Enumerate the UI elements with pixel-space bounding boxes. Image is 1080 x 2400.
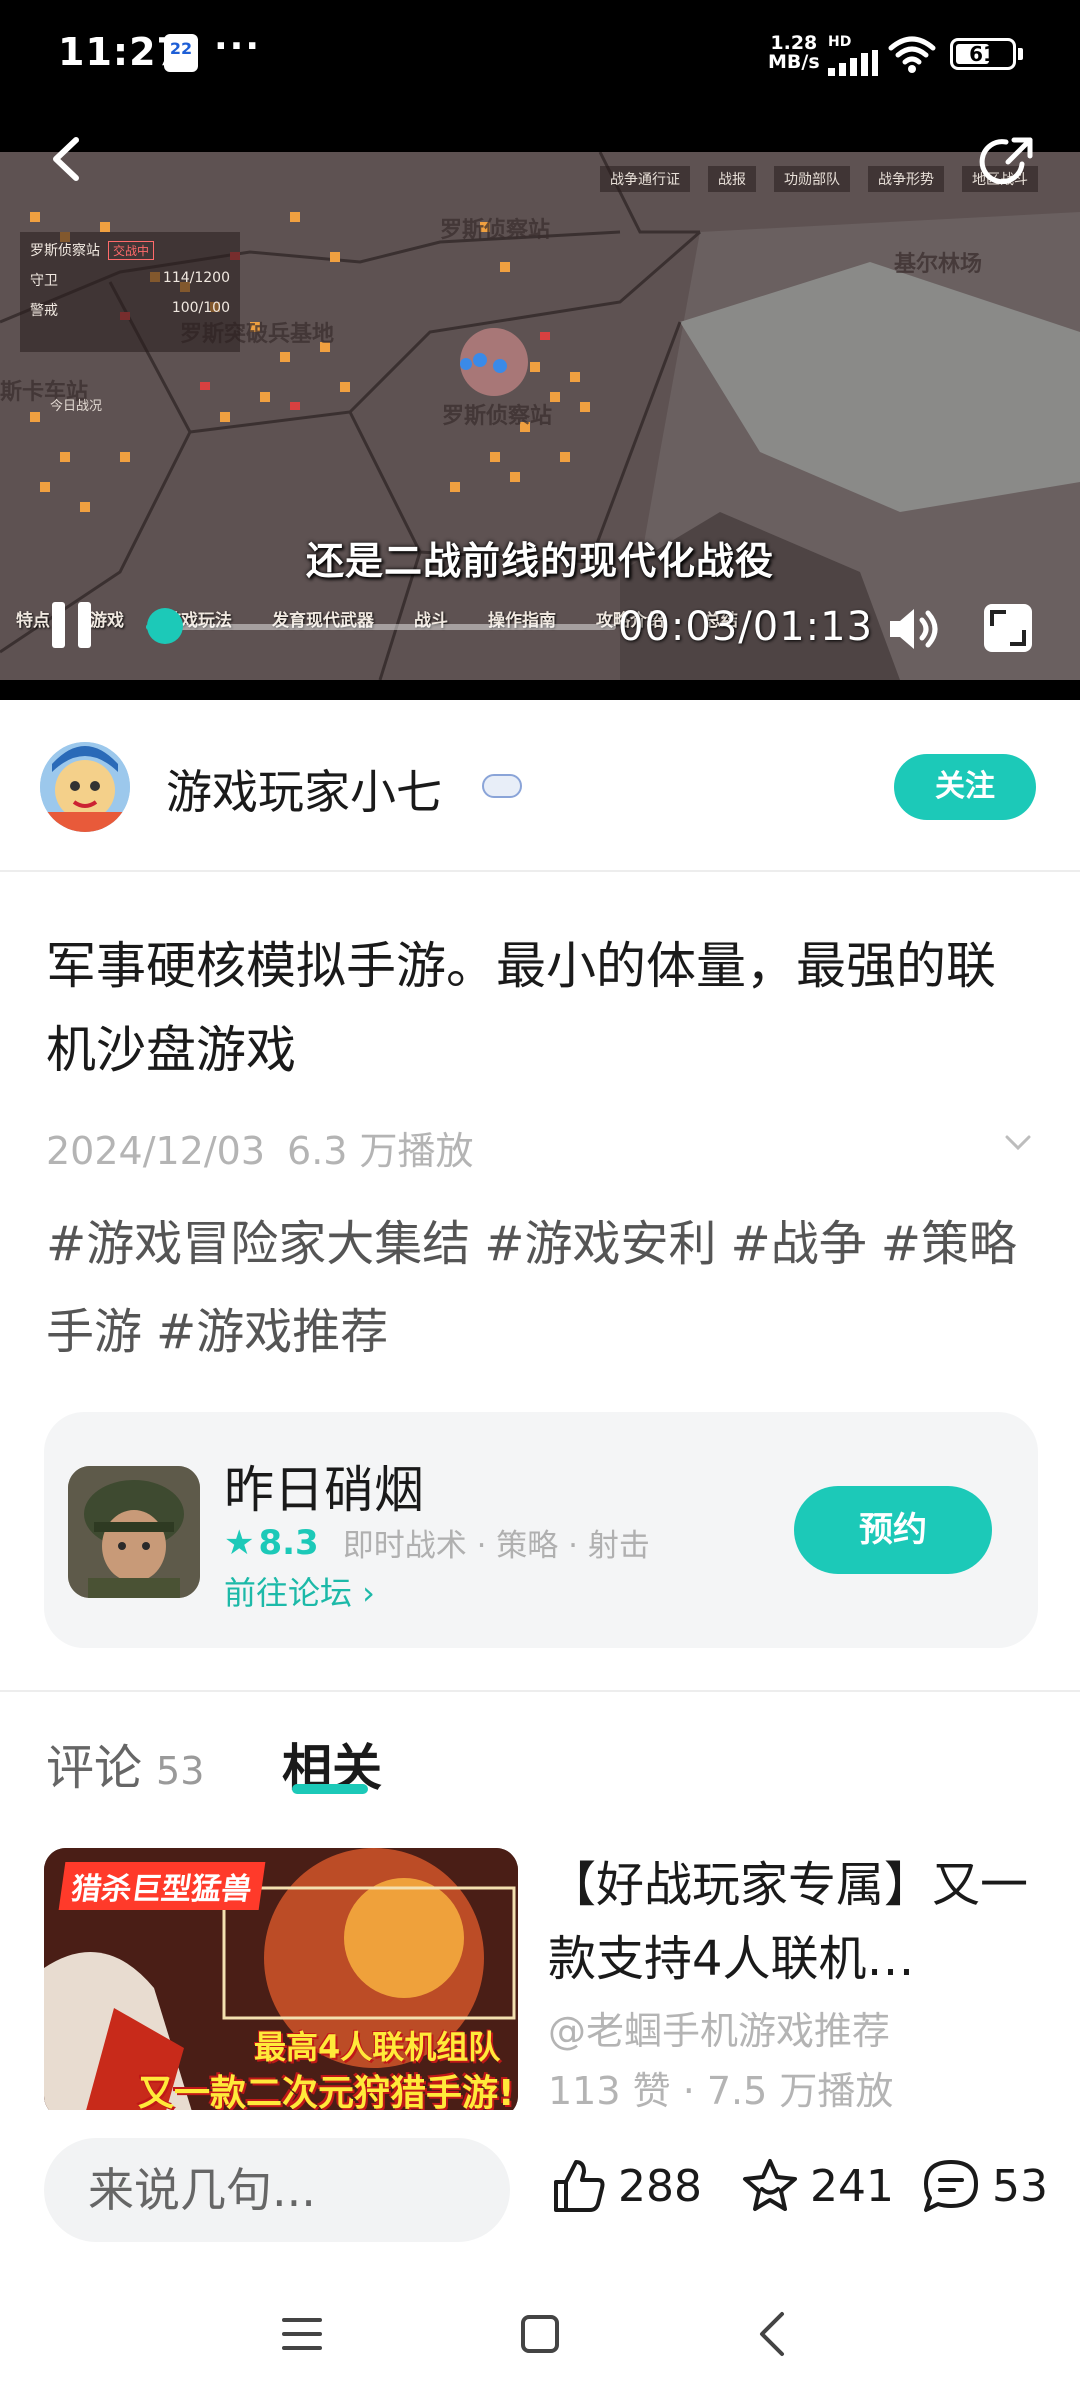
game-top-tab: 战争通行证 <box>600 166 690 192</box>
network-speed-unit: MB/s <box>768 51 820 73</box>
game-menu-item: 特点 <box>16 611 50 631</box>
more-notifications-icon: ··· <box>214 26 262 67</box>
battery-percent: 61 <box>969 42 997 66</box>
back-icon[interactable] <box>756 2310 788 2358</box>
section-divider <box>0 1690 1080 1692</box>
thumbnail-text: 最高4人联机组队 <box>254 2028 501 2066</box>
game-top-tab: 战争形势 <box>868 166 944 192</box>
author-row: 游戏玩家小七 关注 <box>0 700 1080 872</box>
game-panel-title: 罗斯侦察站 <box>30 243 100 259</box>
wifi-icon <box>888 36 936 73</box>
related-video-title[interactable]: 【好战玩家专属】又一款支持4人联机… <box>548 1848 1038 1996</box>
system-nav-bar <box>0 2274 1080 2400</box>
favorite-count: 241 <box>810 2160 894 2212</box>
post-tags: #游戏冒险家大集结 #游戏安利 #战争 #策略手游 #游戏推荐 <box>46 1200 1046 1376</box>
game-icon <box>68 1466 200 1598</box>
share-icon <box>979 137 1033 185</box>
video-player[interactable]: 罗斯侦察站 基尔林场 罗斯突破兵基地 斯卡车站 罗斯侦察站 战争通行证 战报 功… <box>0 110 1080 700</box>
game-panel-row-label: 警戒 <box>30 303 58 319</box>
game-menu-item: 战斗 <box>414 611 448 631</box>
pause-icon <box>78 602 91 648</box>
avatar[interactable] <box>40 742 130 832</box>
tab-comments[interactable]: 评论 53 <box>46 1728 204 1798</box>
map-region-label: 基尔林场 <box>894 252 983 277</box>
like-button[interactable]: 288 <box>548 2156 702 2216</box>
calendar-icon: 22 <box>164 34 198 72</box>
hashtag-link[interactable]: #战争 <box>730 1216 866 1272</box>
game-panel-row-value: 114/1200 <box>162 270 230 286</box>
tab-comments-label: 评论 <box>46 1740 143 1796</box>
volume-button[interactable] <box>886 604 944 654</box>
game-genres: 即时战术 · 策略 · 射击 <box>342 1528 650 1564</box>
hashtag-link[interactable]: #游戏冒险家大集结 <box>46 1216 470 1272</box>
status-bar: 11:27 22 ··· 1.28 MB/s HD 61 <box>0 0 1080 110</box>
game-top-tab: 功勋部队 <box>774 166 850 192</box>
related-video-stats: 113 赞 · 7.5 万播放 <box>548 2069 894 2113</box>
related-video-thumbnail[interactable]: 猎杀巨型猛兽 最高4人联机组队 又一款二次元狩猎手游! <box>44 1848 518 2118</box>
pause-icon <box>52 602 65 648</box>
video-time: 00:03/01:13 <box>618 604 874 650</box>
fullscreen-button[interactable] <box>982 602 1034 654</box>
game-menu-item: 操作指南 <box>488 611 556 631</box>
game-rating-value: 8.3 <box>258 1522 319 1563</box>
game-top-tabs: 战争通行证 战报 功勋部队 战争形势 地区战斗 <box>600 166 1038 192</box>
game-panel-row-label: 守卫 <box>30 273 58 289</box>
active-tab-indicator <box>292 1784 368 1794</box>
battery-icon: 61 <box>950 38 1016 70</box>
forum-link[interactable]: 前往论坛 › <box>224 1568 375 1614</box>
game-rating: ★ 8.3 即时战术 · 策略 · 射击 <box>224 1520 650 1565</box>
chevron-left-icon <box>53 137 79 181</box>
star-outline-icon <box>743 2159 797 2211</box>
map-region-label: 罗斯侦察站 <box>442 404 553 429</box>
video-subtitle: 还是二战前线的现代化战役 <box>305 539 774 583</box>
creator-badge-icon <box>482 774 522 798</box>
hashtag-link[interactable]: #游戏安利 <box>484 1216 716 1272</box>
hd-label: HD <box>828 34 852 50</box>
network-speed: 1.28 MB/s <box>768 34 820 72</box>
reserve-button[interactable]: 预约 <box>794 1486 992 1574</box>
post-date: 2024/12/03 <box>46 1129 266 1173</box>
author-name[interactable]: 游戏玩家小七 <box>166 756 442 822</box>
thumbnail-text: 猎杀巨型猛兽 <box>58 1862 266 1910</box>
tab-comments-count: 53 <box>156 1749 205 1793</box>
thumbs-up-icon <box>554 2160 605 2212</box>
like-count: 288 <box>618 2160 702 2212</box>
game-name: 昨日硝烟 <box>224 1461 424 1519</box>
related-video-author: @老蝈手机游戏推荐 <box>548 2009 891 2053</box>
chevron-down-icon[interactable] <box>1004 1134 1032 1152</box>
progress-thumb[interactable] <box>146 608 183 644</box>
comment-button[interactable]: 53 <box>920 2156 1048 2216</box>
progress-bar[interactable] <box>146 624 616 630</box>
battery-tip <box>1018 48 1023 60</box>
menu-icon[interactable] <box>280 2314 324 2354</box>
back-button[interactable] <box>44 134 94 184</box>
game-panel-tag: 交战中 <box>108 240 155 260</box>
signal-icon <box>828 50 878 76</box>
post-title: 军事硬核模拟手游。最小的体量，最强的联机沙盘游戏 <box>46 937 996 1079</box>
bottom-action-bar: 来说几句... 288 241 53 <box>0 2110 1080 2274</box>
game-card[interactable]: 昨日硝烟 ★ 8.3 即时战术 · 策略 · 射击 前往论坛 › 预约 <box>44 1412 1038 1648</box>
game-top-tab: 战报 <box>708 166 756 192</box>
post-plays: 6.3 万播放 <box>287 1129 474 1173</box>
volume-icon <box>890 609 938 649</box>
star-icon: ★ <box>224 1522 255 1563</box>
comment-bubble-icon <box>924 2160 978 2212</box>
fullscreen-icon <box>984 604 1032 652</box>
thumbnail-text: 又一款二次元狩猎手游! <box>138 2073 515 2114</box>
map-region-label: 罗斯侦察站 <box>440 218 551 243</box>
game-info-panel: 罗斯侦察站 交战中 守卫 114/1200 警戒 100/100 <box>20 232 240 352</box>
video-frame[interactable]: 罗斯侦察站 基尔林场 罗斯突破兵基地 斯卡车站 罗斯侦察站 战争通行证 战报 功… <box>0 152 1080 680</box>
share-button[interactable] <box>978 132 1038 192</box>
favorite-button[interactable]: 241 <box>740 2156 894 2216</box>
pause-button[interactable] <box>46 598 98 654</box>
home-icon[interactable] <box>520 2314 560 2354</box>
hashtag-link[interactable]: #游戏推荐 <box>156 1304 388 1360</box>
comment-input[interactable]: 来说几句... <box>44 2138 510 2242</box>
comment-count: 53 <box>992 2160 1048 2212</box>
game-panel-row-value: 100/100 <box>171 300 230 316</box>
game-panel-side: 今日战况 <box>50 399 103 414</box>
follow-button[interactable]: 关注 <box>894 754 1036 820</box>
post-meta: 2024/12/03 6.3 万播放 <box>46 1120 474 1175</box>
game-menu-item: 发育现代武器 <box>272 611 374 631</box>
